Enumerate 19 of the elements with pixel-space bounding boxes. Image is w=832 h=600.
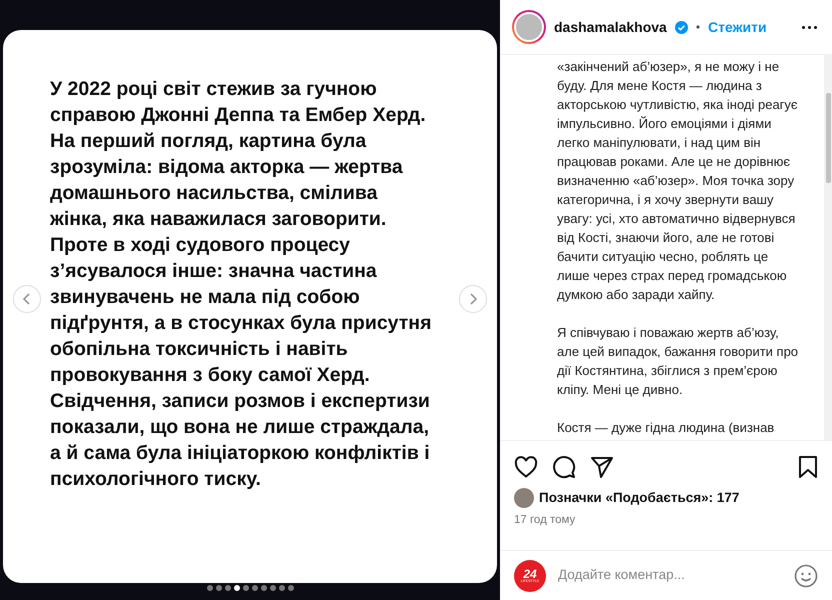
comment-input[interactable]: Додайте коментар... [558, 565, 782, 586]
likes-count[interactable]: Позначки «Подобається»: 177 [539, 488, 740, 508]
slide-text: У 2022 році світ стежив за гучною справою Джонні Деппа та Ембер Херд. На перший погляд, картина була зрозуміла: відома акторка — жертва домашнього насильства, смілива жінка, яка наважилася заговорити. Проте в ході судового процесу з’ясувалося інше: значна частина звинувачень не мала під собою підґрунтя, а в стосунках була присутня обопільна токсичність і навіть провокування з боку самої Херд. Свідчення, записи розмов і експертизи показали, що вона не лише страждала, а й сама була ініціаторкою конфліктів і психологічного тиску. [50, 77, 432, 492]
caption-paragraph: «закінчений аб’юзер», я не можу і не буду. Для мене Костя — людина з акторською чутливістю, яка іноді реагує імпульсивно. Його емоціями і діями легко маніпулювати, і над цим він працював роками. Але це не дорівнює визначенню «аб’юзер». Моя точка зору категорична, і я хочу звернути вашу увагу: усі, хто автоматично відвернувся від Кості, знаючи його, але не готові бачити ситуацію чесно, роблять це лише через страх перед громадською думкою або заради хайпу. [557, 58, 799, 304]
username[interactable]: dashamalakhova [554, 16, 667, 38]
send-icon[interactable] [590, 456, 614, 478]
post-time[interactable]: 17 год тому [514, 512, 818, 530]
chevron-left-icon [22, 293, 32, 305]
bookmark-icon[interactable] [798, 456, 818, 478]
emoji-icon[interactable] [794, 564, 818, 588]
caption-paragraph: Костя — дуже гідна людина (визнав [557, 419, 776, 437]
caption-paragraph: Я співчуваю і поважаю жертв аб’юзу, але цей випадок, бажання говорити про дії Костянтина, збіглися з прем’єрою кліпу. Мені це дивно. [557, 324, 800, 399]
comment-icon[interactable] [552, 455, 576, 479]
heart-icon[interactable] [514, 456, 538, 478]
scrollbar[interactable] [824, 55, 832, 440]
chevron-right-icon [468, 293, 478, 305]
separator-dot: • [696, 19, 700, 36]
avatar[interactable] [512, 10, 546, 44]
liker-avatar [514, 488, 534, 508]
